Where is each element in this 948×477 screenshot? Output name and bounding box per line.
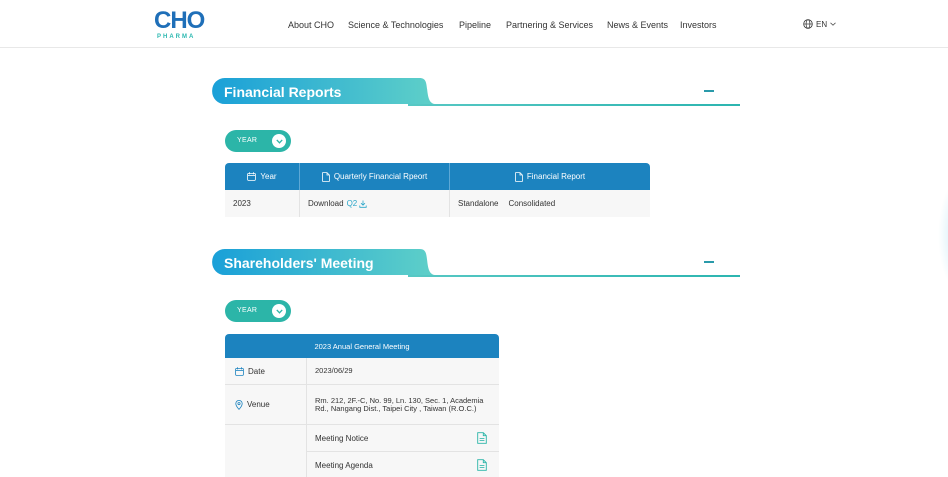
financial-year-dropdown[interactable]: YEAR [225,130,291,152]
nav-science[interactable]: Science & Technologies [348,18,443,32]
financial-reports-table: Year Quarterly Financial Rpeort Financia… [225,163,650,217]
standalone-link[interactable]: Standalone [458,199,498,208]
year-label: YEAR [237,307,258,314]
nav-news[interactable]: News & Events [607,18,668,32]
row-quarterly-cell: Download Q2 [300,190,450,217]
column-financial-report: Financial Report [450,163,650,190]
language-label: EN [816,19,828,29]
venue-value: Rm. 212, 2F.-C, No. 99, Ln. 130, Sec. 1,… [315,395,484,413]
file-download-icon[interactable] [477,459,487,471]
site-header: CHO PHARMA About CHO Science & Technolog… [0,0,948,48]
meeting-table-title: 2023 Anual General Meeting [225,334,499,358]
shareholders-meeting-section-header: Shareholders' Meeting [208,249,740,277]
meeting-agenda-row: Meeting Agenda [307,452,499,477]
nav-about[interactable]: About CHO [288,18,334,32]
download-icon [359,200,367,208]
logo-subtitle: PHARMA [157,34,196,40]
nav-investors[interactable]: Investors [680,18,717,32]
chevron-down-icon [272,134,286,148]
nav-pipeline[interactable]: Pipeline [459,18,491,32]
date-label: Date [248,366,265,376]
meeting-year-dropdown[interactable]: YEAR [225,300,291,322]
meeting-agenda-label: Meeting Agenda [315,460,373,470]
chevron-down-icon [830,22,836,26]
download-label: Download [308,199,344,208]
column-financial-report-label: Financial Report [526,172,586,181]
table-header: Year Quarterly Financial Rpeort Financia… [225,163,650,190]
documents-label-cell [225,425,307,477]
decorative-glow [938,180,948,290]
date-value: 2023/06/29 [315,366,353,375]
collapse-meeting-button[interactable] [704,261,714,263]
year-label: YEAR [237,137,258,144]
q2-link-label: Q2 [346,199,358,208]
table-row: 2023 Download Q2 Standalone Consolidated [225,190,650,217]
q2-download-link[interactable]: Q2 [347,199,368,208]
consolidated-link[interactable]: Consolidated [508,199,555,208]
venue-label: Venue [247,400,270,409]
date-row: Date 2023/06/29 [225,358,499,385]
chevron-down-icon [272,304,286,318]
nav-partnering[interactable]: Partnering & Services [506,18,593,32]
collapse-financial-button[interactable] [704,90,714,92]
column-year-label: Year [260,172,277,181]
venue-label-cell: Venue [225,385,307,424]
calendar-icon [247,172,257,181]
row-year: 2023 [233,199,251,208]
financial-reports-title: Financial Reports [224,84,342,100]
row-report-cell: Standalone Consolidated [450,190,650,217]
globe-icon [803,19,813,29]
language-selector[interactable]: EN [803,17,836,31]
calendar-icon [235,366,244,376]
column-quarterly-label: Quarterly Financial Rpeort [333,172,428,181]
meeting-notice-label: Meeting Notice [315,433,369,443]
section-divider [408,275,740,277]
logo-wordmark: CHO [154,7,205,34]
venue-row: Venue Rm. 212, 2F.-C, No. 99, Ln. 130, S… [225,385,499,425]
financial-reports-section-header: Financial Reports [208,78,740,106]
row-year-cell: 2023 [225,190,300,217]
document-icon [515,171,523,182]
shareholders-meeting-title: Shareholders' Meeting [224,255,374,271]
column-quarterly: Quarterly Financial Rpeort [300,163,450,190]
meeting-notice-row: Meeting Notice [307,425,499,452]
file-download-icon[interactable] [477,432,487,444]
document-icon [322,171,330,182]
date-label-cell: Date [225,358,307,384]
cho-pharma-logo[interactable]: CHO PHARMA [154,7,210,41]
section-divider [408,104,740,106]
location-pin-icon [235,399,243,410]
column-year: Year [225,163,300,190]
